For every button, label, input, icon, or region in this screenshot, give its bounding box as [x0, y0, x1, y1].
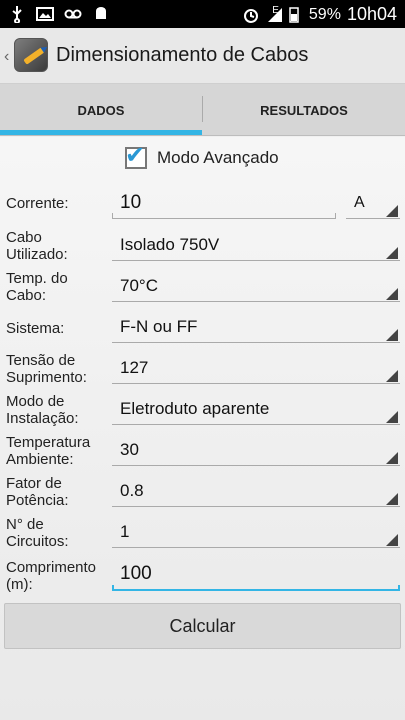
android-icon [96, 7, 106, 19]
corrente-value: 10 [120, 192, 142, 213]
voicemail-icon [64, 9, 82, 19]
circuitos-select[interactable]: 1 [112, 518, 400, 548]
comprimento-value: 100 [120, 563, 152, 584]
app-icon[interactable] [14, 38, 48, 72]
tensao-select[interactable]: 127 [112, 354, 400, 384]
network-type: E [272, 5, 279, 16]
dropdown-arrow-icon [386, 370, 398, 382]
up-caret-icon[interactable]: ‹ [4, 48, 9, 66]
temp-cabo-label: Temp. do Cabo: [6, 270, 68, 304]
status-indicators: E 59% 10h04 [242, 4, 397, 25]
tab-bar: DADOS RESULTADOS [0, 84, 405, 136]
dropdown-arrow-icon [386, 493, 398, 505]
status-bar: E 59% 10h04 [0, 0, 405, 28]
sistema-value: F-N ou FF [120, 317, 198, 336]
dropdown-arrow-icon [386, 534, 398, 546]
check-icon: ✔ [125, 142, 146, 169]
cabo-select[interactable]: Isolado 750V [112, 231, 400, 261]
alarm-icon [244, 8, 259, 23]
dropdown-arrow-icon [386, 452, 398, 464]
sistema-select[interactable]: F-N ou FF [112, 313, 400, 343]
circuitos-value: 1 [120, 522, 130, 541]
temperatura-value: 30 [120, 440, 139, 459]
advanced-mode-label: Modo Avançado [157, 148, 279, 167]
battery-percent: 59% [308, 5, 341, 23]
calculate-button[interactable]: Calcular [4, 603, 401, 649]
temperatura-label: Temperatura Ambiente: [6, 434, 91, 468]
instalacao-value: Eletroduto aparente [120, 399, 270, 418]
cabo-value: Isolado 750V [120, 235, 220, 254]
form-area: ✔ Modo Avançado Corrente: 10 A Cabo Util… [0, 137, 405, 720]
app-title: Dimensionamento de Cabos [56, 44, 309, 66]
tab-dados[interactable]: DADOS [0, 84, 202, 136]
active-tab-indicator [0, 130, 202, 135]
instalacao-label: Modo de Instalação: [6, 393, 79, 427]
sistema-label: Sistema: [6, 320, 65, 337]
temperatura-select[interactable]: 30 [112, 436, 400, 466]
instalacao-select[interactable]: Eletroduto aparente [112, 395, 400, 425]
fator-select[interactable]: 0.8 [112, 477, 400, 507]
battery-icon [289, 6, 299, 23]
dropdown-arrow-icon [386, 411, 398, 423]
dropdown-arrow-icon [386, 247, 398, 259]
circuitos-label: N° de Circuitos: [6, 516, 69, 550]
clock: 10h04 [346, 4, 397, 24]
corrente-unit-select[interactable]: A [346, 189, 400, 219]
corrente-label: Corrente: [6, 195, 69, 212]
dropdown-arrow-icon [386, 329, 398, 341]
notification-icons [8, 5, 110, 23]
fator-label: Fator de Potência: [6, 475, 69, 509]
comprimento-input[interactable]: 100 [112, 561, 400, 591]
temp-cabo-value: 70°C [120, 276, 158, 295]
dropdown-arrow-icon [386, 288, 398, 300]
temp-cabo-select[interactable]: 70°C [112, 272, 400, 302]
usb-icon [12, 6, 22, 23]
cabo-label: Cabo Utilizado: [6, 229, 68, 263]
comprimento-label: Comprimento (m): [6, 559, 97, 593]
image-icon [36, 7, 54, 21]
tensao-label: Tensão de Suprimento: [6, 352, 87, 386]
tab-resultados[interactable]: RESULTADOS [203, 84, 405, 136]
dropdown-arrow-icon [386, 205, 398, 217]
corrente-input[interactable]: 10 [112, 189, 336, 219]
fator-value: 0.8 [120, 481, 144, 500]
corrente-unit-value: A [354, 194, 365, 211]
advanced-mode-toggle[interactable]: ✔ Modo Avançado [125, 142, 279, 169]
tensao-value: 127 [120, 358, 149, 377]
advanced-mode-checkbox[interactable]: ✔ [125, 142, 147, 169]
action-bar: ‹ Dimensionamento de Cabos [0, 28, 405, 84]
